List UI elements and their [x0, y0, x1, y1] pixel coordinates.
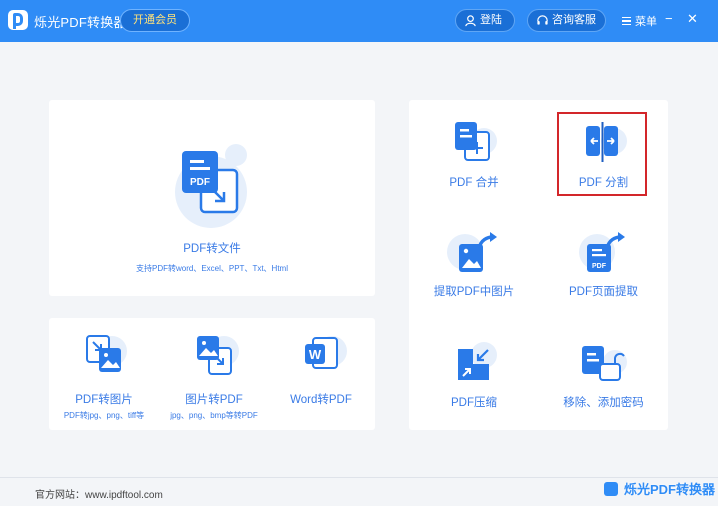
close-button[interactable]: ✕	[687, 11, 698, 27]
title-bar: 烁光PDF转换器 开通会员 登陆 咨询客服 菜单 − ✕	[0, 0, 718, 42]
page-extract-icon-text: PDF	[592, 263, 607, 270]
menu-label: 菜单	[635, 16, 657, 28]
pdf-to-image-label: PDF转图片	[75, 394, 133, 406]
pdf-compress-label: PDF压缩	[451, 397, 497, 409]
pdf-merge-label: PDF 合并	[449, 177, 499, 189]
watermark-text: 烁光PDF转换器	[624, 482, 716, 497]
pdf-merge-tool[interactable]: PDF 合并	[409, 100, 539, 210]
password-icon	[582, 346, 625, 381]
minimize-button[interactable]: −	[665, 11, 673, 27]
pdf-to-image-tool[interactable]: PDF转图片 PDF转jpg、png、tiff等	[49, 318, 159, 430]
pdf-page-extract-tool[interactable]: PDF PDF页面提取	[539, 210, 668, 320]
pdf-to-file-label: PDF转文件	[183, 243, 241, 255]
headset-icon	[537, 15, 548, 25]
watermark-logo-icon	[604, 481, 618, 496]
customer-service-label: 咨询客服	[552, 14, 596, 26]
pdf-page-extract-label: PDF页面提取	[569, 286, 638, 298]
pdf-to-image-sub: PDF转jpg、png、tiff等	[63, 411, 145, 420]
vip-button[interactable]: 开通会员	[120, 9, 190, 32]
pdf-to-image-icon	[86, 335, 121, 372]
extract-image-icon	[459, 232, 497, 272]
word-to-pdf-tool[interactable]: W Word转PDF	[267, 318, 375, 430]
login-label: 登陆	[480, 14, 502, 26]
menu-button[interactable]: 菜单	[622, 13, 657, 29]
website-link[interactable]: 官方网站：www.ipdftool.com	[35, 486, 163, 501]
convert-tools-card: PDF转图片 PDF转jpg、png、tiff等 图片转PDF jpg、png、…	[49, 318, 375, 430]
word-to-pdf-label: Word转PDF	[290, 394, 352, 406]
login-button[interactable]: 登陆	[455, 9, 515, 32]
user-icon	[465, 15, 476, 27]
app-title: 烁光PDF转换器	[34, 15, 127, 30]
image-to-pdf-label: 图片转PDF	[185, 394, 243, 406]
password-label: 移除、添加密码	[563, 397, 644, 409]
image-to-pdf-sub: jpg、png、bmp等转PDF	[170, 411, 258, 420]
merge-icon	[455, 122, 490, 161]
pdf-to-file-sub: 支持PDF转word、Excel、PPT、Txt、Html	[135, 264, 288, 273]
footer-divider	[0, 477, 718, 478]
pdf-compress-tool[interactable]: PDF压缩	[409, 320, 539, 430]
pdf-icon-text: PDF	[190, 177, 210, 188]
extract-images-label: 提取PDF中图片	[433, 286, 515, 298]
word-icon-text: W	[309, 347, 322, 362]
app-logo-icon	[8, 10, 28, 30]
page-extract-icon: PDF	[587, 232, 625, 272]
watermark: 烁光PDF转换器	[604, 479, 715, 498]
pdf-to-file-card[interactable]: PDF PDF转文件 支持PDF转word、Excel、PPT、Txt、Html	[49, 100, 375, 296]
menu-icon	[622, 17, 631, 25]
selection-highlight	[557, 112, 647, 196]
image-to-pdf-icon	[197, 336, 232, 375]
pdf-to-file-icon: PDF	[182, 151, 239, 214]
compress-icon	[458, 349, 489, 380]
word-to-pdf-icon: W	[305, 337, 338, 369]
password-tool[interactable]: 移除、添加密码	[539, 320, 668, 430]
extract-images-tool[interactable]: 提取PDF中图片	[409, 210, 539, 320]
image-to-pdf-tool[interactable]: 图片转PDF jpg、png、bmp等转PDF	[159, 318, 269, 430]
customer-service-button[interactable]: 咨询客服	[527, 9, 606, 32]
